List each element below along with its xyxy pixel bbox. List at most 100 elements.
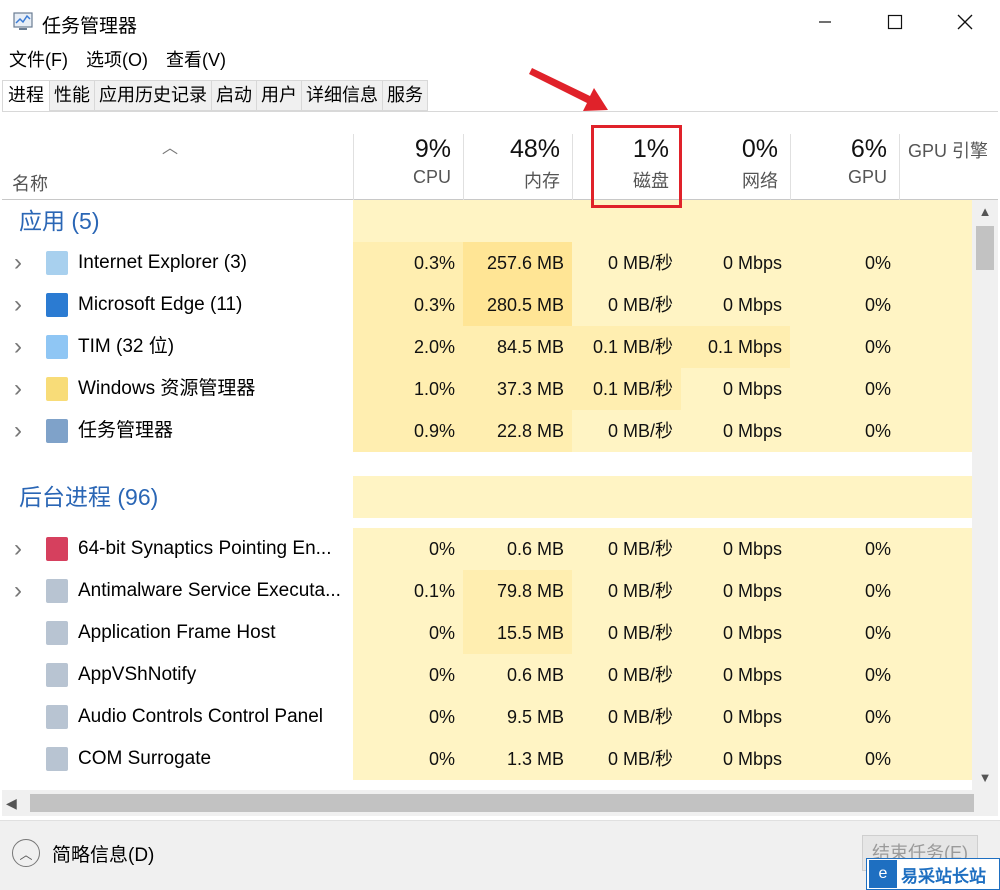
scroll-down-icon[interactable]: ▼ [972,766,998,790]
tab-processes[interactable]: 进程 [2,80,50,112]
tab-users[interactable]: 用户 [257,80,302,111]
cell-gpu-engine [899,326,972,368]
column-cpu[interactable]: 9% CPU [353,134,463,200]
cell-cpu: 2.0% [353,326,463,368]
process-row[interactable]: › 64-bit Synaptics Pointing En... 0% 0.6 MB… [2,528,972,570]
tab-startup[interactable]: 启动 [212,80,257,111]
edge-icon [46,293,68,317]
expand-chevron-icon[interactable]: › [14,410,22,452]
cell-gpu: 0% [790,410,899,452]
process-rows: 应用 (5) › Internet Explorer (3) 0.3% 257.6 MB… [2,200,972,790]
column-name[interactable]: 名称 [12,170,48,196]
process-name: COM Surrogate [78,748,212,769]
tab-details[interactable]: 详细信息 [302,80,383,111]
annotation-arrow-icon [529,68,608,111]
process-row[interactable]: COM Surrogate 0% 1.3 MB 0 MB/秒 0 Mbps 0% [2,738,972,780]
cell-disk: 0 MB/秒 [572,284,681,326]
scroll-up-icon[interactable]: ▲ [972,200,998,224]
vertical-scroll-thumb[interactable] [976,226,994,270]
process-list-panel: ︿ 名称 9% CPU 48% 内存 1% 磁盘 0% 网络 6% GPU GP… [2,111,998,819]
cell-gpu-engine [899,654,972,696]
watermark-icon: e [869,860,897,888]
process-row[interactable]: › Internet Explorer (3) 0.3% 257.6 MB 0 MB/秒… [2,242,972,284]
process-row[interactable]: Audio Controls Control Panel 0% 9.5 MB 0 MB… [2,696,972,738]
column-network[interactable]: 0% 网络 [681,134,790,200]
process-row[interactable]: Application Frame Host 0% 15.5 MB 0 MB/秒 0 M… [2,612,972,654]
process-name: AppVShNotify [78,664,197,685]
heat-cell [899,200,972,242]
process-row[interactable]: › 任务管理器 0.9% 22.8 MB 0 MB/秒 0 Mbps 0% [2,410,972,452]
tab-app-history[interactable]: 应用历史记录 [95,80,212,111]
cell-gpu-engine [899,612,972,654]
group-title: 后台进程 (96) [19,484,159,510]
cell-disk: 0 MB/秒 [572,570,681,612]
cell-gpu-engine [899,570,972,612]
tab-performance[interactable]: 性能 [50,80,95,111]
process-name: 任务管理器 [78,420,174,441]
cell-cpu: 0.3% [353,242,463,284]
fewer-details-button[interactable]: ︿ 简略信息(D) [12,839,154,867]
sort-up-icon[interactable]: ︿ [162,134,178,158]
group-header-background: 后台进程 (96) [2,476,972,518]
menu-options[interactable]: 选项(O) [77,46,157,74]
maximize-button[interactable] [860,0,930,44]
process-row[interactable]: › TIM (32 位) 2.0% 84.5 MB 0.1 MB/秒 0.1 Mbps 0% [2,326,972,368]
heat-cell [353,200,463,242]
expand-chevron-icon[interactable]: › [14,326,22,368]
heat-cell [681,476,790,518]
service-icon [46,663,68,687]
process-row[interactable]: › Microsoft Edge (11) 0.3% 280.5 MB 0 MB/秒 0 … [2,284,972,326]
heat-cell [790,476,899,518]
cell-mem: 22.8 MB [463,410,572,452]
column-gpu-engine[interactable]: GPU 引擎 [899,134,998,200]
minimize-button[interactable] [790,0,860,44]
cell-cpu: 1.0% [353,368,463,410]
close-button[interactable] [930,0,1000,44]
expand-chevron-icon[interactable]: › [14,528,22,570]
tim-icon [46,335,68,359]
heat-cell [790,200,899,242]
cell-gpu-engine [899,242,972,284]
process-name: 64-bit Synaptics Pointing En... [78,538,332,559]
group-title: 应用 (5) [19,208,100,234]
process-row[interactable]: › Windows 资源管理器 1.0% 37.3 MB 0.1 MB/秒 0 Mbps 0… [2,368,972,410]
cell-disk: 0 MB/秒 [572,654,681,696]
gpu-engine-label: GPU 引擎 [908,141,989,161]
cell-cpu: 0% [353,612,463,654]
service-icon [46,705,68,729]
watermark-text: 易采站长站 [901,866,986,886]
cell-disk: 0 MB/秒 [572,696,681,738]
fewer-details-label: 简略信息(D) [52,844,155,866]
process-row[interactable]: › Antimalware Service Executa... 0.1% 79.8 … [2,570,972,612]
tab-services[interactable]: 服务 [383,80,428,111]
cell-cpu: 0.3% [353,284,463,326]
cell-gpu: 0% [790,738,899,780]
horizontal-scroll-thumb[interactable] [30,794,974,812]
cpu-label: CPU [412,167,451,187]
horizontal-scrollbar[interactable]: ◀ [2,790,998,816]
menu-view[interactable]: 查看(V) [157,46,235,74]
cell-gpu: 0% [790,284,899,326]
process-name: TIM (32 位) [78,336,175,357]
service-icon [46,621,68,645]
scroll-left-icon[interactable]: ◀ [6,790,26,816]
expand-chevron-icon[interactable]: › [14,242,22,284]
vertical-scrollbar[interactable]: ▲ ▼ [972,200,998,790]
expand-chevron-icon[interactable]: › [14,570,22,612]
collapse-up-icon: ︿ [12,839,40,867]
expand-chevron-icon[interactable]: › [14,284,22,326]
column-memory[interactable]: 48% 内存 [463,134,572,200]
expand-chevron-icon[interactable]: › [14,368,22,410]
process-row[interactable]: AppVShNotify 0% 0.6 MB 0 MB/秒 0 Mbps 0% [2,654,972,696]
column-gpu[interactable]: 6% GPU [790,134,899,200]
cell-gpu-engine [899,284,972,326]
cell-gpu-engine [899,410,972,452]
cell-gpu: 0% [790,242,899,284]
menu-file[interactable]: 文件(F) [0,46,77,74]
cell-disk: 0 MB/秒 [572,738,681,780]
cell-gpu: 0% [790,612,899,654]
cell-cpu: 0% [353,654,463,696]
task-manager-icon [13,12,33,30]
cell-net: 0 Mbps [681,738,790,780]
cell-gpu: 0% [790,696,899,738]
